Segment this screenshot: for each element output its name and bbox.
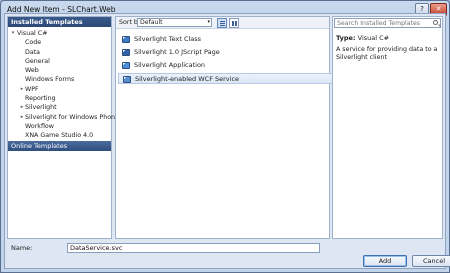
online-templates-header[interactable]: Online Templates xyxy=(8,141,111,151)
tree-item-web[interactable]: Web xyxy=(8,66,111,75)
silverlight-template-icon xyxy=(122,49,130,56)
list-view-icon xyxy=(220,21,225,26)
silverlight-template-icon xyxy=(123,76,131,83)
tree-item-label: Web xyxy=(25,67,39,75)
tree-item-workflow[interactable]: Workflow xyxy=(8,122,111,131)
tree-item-silverlight[interactable]: ▸ Silverlight xyxy=(8,103,111,112)
dialog-client-area: Installed Templates ▾ Visual C# Code Data Ge… xyxy=(4,13,450,269)
template-item[interactable]: Silverlight Application xyxy=(118,60,344,71)
sort-toolbar: Sort by: Default ▾ xyxy=(116,17,329,29)
template-label: Silverlight 1.0 JScript Page xyxy=(134,48,220,56)
add-button[interactable]: Add xyxy=(363,255,407,267)
search-icon[interactable] xyxy=(433,20,438,25)
tree-item-label: Code xyxy=(25,39,42,47)
tree-item-label: Reporting xyxy=(25,95,56,103)
tree-item-label: Data xyxy=(25,48,41,56)
tree-item-general[interactable]: General xyxy=(8,57,111,66)
type-line: Type: Visual C# xyxy=(336,34,389,42)
template-categories-pane: Installed Templates ▾ Visual C# Code Data Ge… xyxy=(7,16,119,239)
medium-icons-view-button[interactable] xyxy=(229,18,239,28)
grid-view-icon xyxy=(232,21,237,26)
type-value: Visual C# xyxy=(357,34,390,42)
tree-item-reporting[interactable]: Reporting xyxy=(8,94,111,103)
type-label: Type: xyxy=(336,34,356,42)
template-item[interactable]: Silverlight Text Class xyxy=(118,34,344,45)
chevron-down-icon: ▾ xyxy=(207,19,210,25)
tree-item-label: Workflow xyxy=(25,122,54,130)
silverlight-template-icon xyxy=(122,62,130,69)
search-box[interactable] xyxy=(334,18,441,28)
list-view-button[interactable] xyxy=(217,18,227,28)
tree-item-windows-forms[interactable]: Windows Forms xyxy=(8,75,111,84)
tree-item-visual-c-[interactable]: ▾ Visual C# xyxy=(8,29,111,38)
tree-item-label: Windows Forms xyxy=(25,76,75,84)
template-item[interactable]: Silverlight 1.0 JScript Page xyxy=(118,47,344,58)
installed-templates-header[interactable]: Installed Templates xyxy=(8,17,111,27)
expanded-arrow-icon[interactable]: ▾ xyxy=(10,29,16,38)
tree-item-code[interactable]: Code xyxy=(8,38,111,47)
name-label: Name: xyxy=(11,244,33,252)
tree-item-label: Visual C# xyxy=(17,30,48,37)
name-row: Name: xyxy=(7,243,443,253)
silverlight-template-icon xyxy=(122,36,130,43)
add-new-item-dialog: Add New Item - SLChart.Web ? ✕ Installed… xyxy=(0,0,450,273)
tree-item-wpf[interactable]: ▸ WPF xyxy=(8,85,111,94)
template-item[interactable]: Silverlight-enabled WCF Service xyxy=(118,73,344,84)
name-field[interactable] xyxy=(67,243,320,253)
template-label: Silverlight-enabled WCF Service xyxy=(135,75,240,83)
template-details-pane: Type: Visual C# A service for providing … xyxy=(332,16,443,239)
tree-item-label: Silverlight xyxy=(25,104,57,112)
sort-by-dropdown[interactable]: Default ▾ xyxy=(137,18,212,27)
template-description: A service for providing data to a Silver… xyxy=(336,46,438,61)
tree-item-label: Silverlight for Windows Phone xyxy=(25,113,119,121)
tree-item-label: XNA Game Studio 4.0 xyxy=(25,132,94,140)
sort-by-value: Default xyxy=(140,19,163,26)
tree-item-silverlight-for-windows-phone[interactable]: ▸ Silverlight for Windows Phone xyxy=(8,113,119,122)
template-label: Silverlight Text Class xyxy=(134,35,202,43)
tree-item-data[interactable]: Data xyxy=(8,48,111,57)
tree-item-xna-game-studio-4-0[interactable]: XNA Game Studio 4.0 xyxy=(8,131,111,140)
cancel-button[interactable]: Cancel xyxy=(412,255,450,267)
search-input[interactable] xyxy=(337,19,432,27)
template-label: Silverlight Application xyxy=(134,61,206,69)
tree-item-label: WPF xyxy=(25,85,39,93)
template-list-pane: Sort by: Default ▾ Silverlight Text Clas… xyxy=(115,16,344,239)
tree-item-label: General xyxy=(25,57,50,65)
category-tree: ▾ Visual C# Code Data General Web Windows Form… xyxy=(8,27,119,141)
